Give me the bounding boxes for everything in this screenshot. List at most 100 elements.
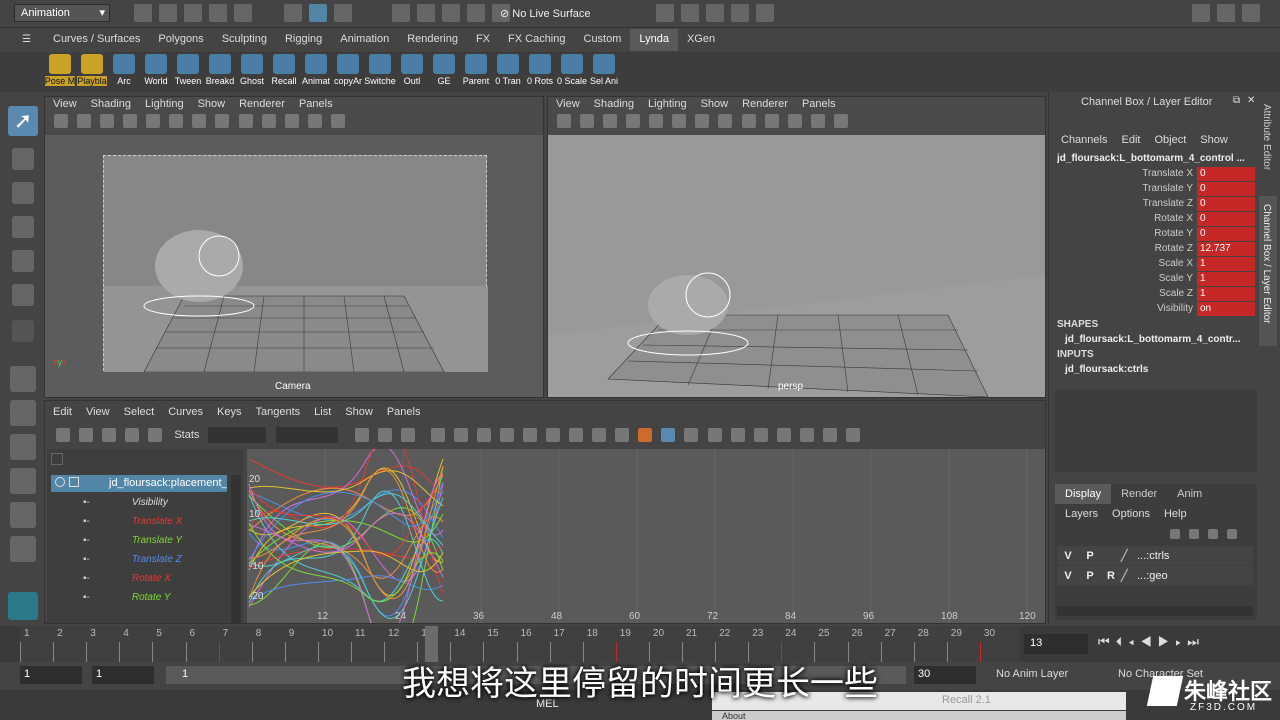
outliner-attr-visibility[interactable]: ▪- Visibility [51,493,231,512]
xray-icon[interactable] [330,114,345,128]
channel-value[interactable]: 0 [1197,226,1255,241]
play-back-icon[interactable]: ◀ [1140,634,1158,649]
graph-menu-view[interactable]: View [86,406,110,418]
layer-menu-help[interactable]: Help [1164,508,1187,520]
select-object-icon[interactable] [309,4,328,22]
graph-menu-edit[interactable]: Edit [53,406,72,418]
shelf-tab-curves-surfaces[interactable]: Curves / Surfaces [44,29,149,51]
isolate-select-icon[interactable] [810,114,825,128]
lock-weight-icon[interactable] [776,428,791,442]
lattice-icon[interactable] [102,428,117,442]
resolution-gate-icon[interactable] [169,114,184,128]
shelf-button-outl[interactable]: Outl [396,54,428,86]
anim-curve[interactable] [248,490,444,617]
viewport-menu-view[interactable]: View [556,98,580,110]
undo-icon[interactable] [209,4,228,22]
channel-value[interactable]: on [1197,301,1255,316]
live-surface[interactable]: ⊘ No Live Surface [500,7,591,20]
anim-curve[interactable] [248,575,444,602]
anim-curve[interactable] [248,489,444,579]
step-forward-frame-icon[interactable]: ▸ [1175,634,1187,649]
viewport-persp[interactable]: View Shading Lighting Show Renderer Panels [547,96,1046,398]
layer-playback-toggle[interactable]: P [1079,570,1101,582]
layer-name[interactable]: ...:ctrls [1137,550,1169,562]
shelf-button-tween[interactable]: Tween [172,54,204,86]
swap-buffer-icon[interactable] [615,428,630,442]
close-icon[interactable]: ✕ [1247,95,1255,106]
channel-value[interactable]: 0 [1197,211,1255,226]
textured-icon[interactable] [741,114,756,128]
frame-all-icon[interactable] [354,428,369,442]
workspace-icon[interactable] [1192,4,1210,22]
shapes-node[interactable]: jd_floursack:L_bottomarm_4_contr... [1065,334,1241,345]
break-tangent-icon[interactable] [707,428,722,442]
viewport-menu-renderer[interactable]: Renderer [742,98,788,110]
go-to-end-icon[interactable]: ⏭ [1187,634,1205,649]
move-key-icon[interactable] [56,428,70,442]
viewport-menu-renderer[interactable]: Renderer [239,98,285,110]
channel-row-rotate-y[interactable]: Rotate Y 0 [1049,226,1255,241]
last-tool-icon[interactable] [12,320,34,342]
side-by-side-icon[interactable] [10,434,36,460]
viewport-menu-show[interactable]: Show [701,98,729,110]
layer-playback-toggle[interactable]: P [1079,550,1101,562]
move-layer-up-icon[interactable] [1170,529,1180,540]
viewport-menu-lighting[interactable]: Lighting [145,98,184,110]
step-tangent-icon[interactable] [546,428,561,442]
viewport-menu-panels[interactable]: Panels [299,98,333,110]
unify-tangent-icon[interactable] [730,428,745,442]
shelf-tab-fx[interactable]: FX [467,29,499,51]
frame-playback-icon[interactable] [377,428,392,442]
spline-tangent-icon[interactable] [453,428,468,442]
shelf-button-sel-ani[interactable]: Sel Ani [588,54,620,86]
outliner-layout-icon[interactable] [10,536,36,562]
channel-row-rotate-z[interactable]: Rotate Z 12.737 [1049,241,1255,256]
snap-grid-icon[interactable] [392,4,410,22]
clamped-tangent-icon[interactable] [476,428,491,442]
channel-value[interactable]: 1 [1197,271,1255,286]
film-gate-icon[interactable] [146,114,161,128]
filter-icon[interactable] [51,453,63,465]
camera-icon[interactable] [54,114,68,128]
lights-icon[interactable] [261,114,276,128]
shelf-tab-rigging[interactable]: Rigging [276,29,331,51]
center-time-icon[interactable] [400,428,415,442]
textured-icon[interactable] [238,114,253,128]
viewport-menu-lighting[interactable]: Lighting [648,98,687,110]
menu-icon[interactable]: ☰ [22,34,31,45]
rotate-tool-icon[interactable] [12,250,34,272]
float-icon[interactable]: ⧉ [1233,95,1240,106]
region-icon[interactable] [125,428,140,442]
image-plane-icon[interactable] [603,114,618,128]
channel-menu-object[interactable]: Object [1154,134,1186,146]
isolate-select-icon[interactable] [307,114,322,128]
channel-row-rotate-x[interactable]: Rotate X 0 [1049,211,1255,226]
viewport-menu-shading[interactable]: Shading [594,98,634,110]
layer-menu-layers[interactable]: Layers [1065,508,1098,520]
open-scene-icon[interactable] [159,4,178,22]
current-frame-field[interactable]: 13 [1024,634,1088,654]
graph-canvas[interactable] [247,449,1045,623]
new-scene-icon[interactable] [134,4,152,22]
graph-menu-show[interactable]: Show [345,406,373,418]
shelf-button-recall[interactable]: Recall [268,54,300,86]
channel-box-node[interactable]: jd_floursack:L_bottomarm_4_control ... [1057,153,1257,164]
shelf-tab-xgen[interactable]: XGen [678,29,724,51]
shelf-tab-lynda[interactable]: Lynda [630,29,678,51]
snap-curve-icon[interactable] [417,4,436,22]
persp-graph-icon[interactable] [10,468,36,494]
graph-menu-tangents[interactable]: Tangents [256,406,301,418]
outliner-scrollbar[interactable] [231,475,241,623]
shelf-tab-custom[interactable]: Custom [575,29,631,51]
graph-menu-keys[interactable]: Keys [217,406,241,418]
viewport-menu-view[interactable]: View [53,98,77,110]
channel-menu-edit[interactable]: Edit [1121,134,1140,146]
layer-name[interactable]: ...:geo [1137,570,1168,582]
channel-row-scale-y[interactable]: Scale Y 1 [1049,271,1255,286]
smooth-shade-icon[interactable] [718,114,733,128]
plateau-tangent-icon[interactable] [569,428,584,442]
shelf-button-world[interactable]: World [140,54,172,86]
expand-icon[interactable] [69,477,79,487]
select-tool-icon[interactable]: ➚ [8,106,38,136]
graph-menu-curves[interactable]: Curves [168,406,203,418]
